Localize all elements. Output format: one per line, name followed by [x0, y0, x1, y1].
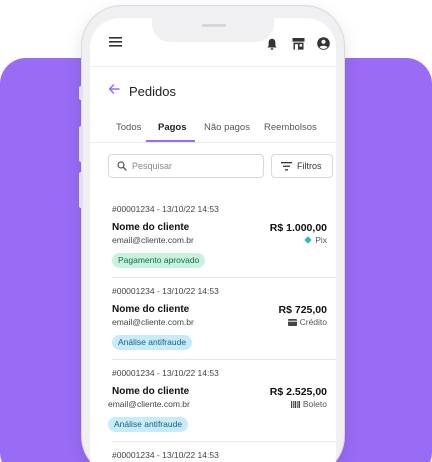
filter-button[interactable]: Filtros [271, 154, 333, 178]
order-value: R$ 725,00 [278, 304, 327, 316]
row-divider [112, 359, 336, 360]
payment-method: Crédito [287, 317, 327, 327]
status-badge: Análise antifraude [108, 417, 189, 432]
tab-reembolsos[interactable]: Reembolsos [264, 122, 326, 133]
search-icon [117, 161, 127, 171]
payment-method-label: Boleto [302, 399, 327, 409]
menu-icon[interactable] [109, 37, 122, 47]
page-title: Pedidos [129, 84, 176, 99]
account-icon[interactable] [317, 37, 330, 50]
order-value: R$ 2.525,00 [269, 386, 327, 398]
order-card[interactable]: #00001234 - 13/10/22 14:53 Nome do clien… [90, 368, 336, 450]
tab-nao-pagos[interactable]: Não pagos [204, 122, 250, 133]
customer-name: Nome do cliente [112, 304, 190, 315]
status-badge: Pagamento aprovado [112, 253, 206, 268]
active-tab-indicator [146, 140, 195, 142]
search-input[interactable]: Pesquisar [108, 154, 264, 178]
row-divider [112, 277, 336, 278]
tabs-divider [90, 142, 336, 143]
order-card[interactable]: #00001234 - 13/10/22 14:53 Nome do clien… [90, 204, 336, 286]
order-card[interactable]: #00001234 - 13/10/22 14:53 Nome do clien… [90, 286, 336, 368]
stage: Pedidos Todos Pagos Não pagos Reembolsos… [0, 0, 432, 462]
payment-method: Pix [304, 235, 327, 245]
row-divider [112, 441, 336, 442]
payment-method-label: Pix [315, 235, 327, 245]
back-arrow-icon[interactable] [108, 83, 120, 95]
pix-icon [304, 236, 312, 244]
payment-method: Boleto [290, 399, 327, 409]
filter-label: Filtros [297, 161, 322, 171]
order-value: R$ 1.000,00 [269, 222, 327, 234]
order-id-datetime: #00001234 - 13/10/22 14:53 [112, 368, 219, 378]
payment-method-label: Crédito [299, 317, 327, 327]
order-card[interactable]: #00001234 - 13/10/22 14:53 [90, 450, 336, 462]
tab-todos[interactable]: Todos [116, 122, 141, 133]
status-badge: Análise antifraude [112, 335, 193, 350]
order-id-datetime: #00001234 - 13/10/22 14:53 [112, 286, 219, 296]
customer-name: Nome do cliente [112, 386, 190, 397]
phone-screen: Pedidos Todos Pagos Não pagos Reembolsos… [90, 18, 336, 462]
bell-icon[interactable] [267, 38, 277, 50]
phone-side-button [79, 172, 83, 208]
customer-email: email@cliente.com.br [112, 235, 194, 245]
phone-side-button [79, 126, 83, 162]
tab-pagos[interactable]: Pagos [158, 122, 187, 133]
customer-email: email@cliente.com.br [112, 317, 194, 327]
phone-notch [152, 18, 274, 42]
store-icon[interactable] [292, 38, 305, 50]
phone-speaker [202, 24, 226, 27]
phone-side-button [79, 86, 83, 100]
order-id-datetime: #00001234 - 13/10/22 14:53 [112, 204, 219, 214]
appbar-divider [90, 66, 336, 67]
barcode-icon [290, 401, 300, 408]
tab-bar: Todos Pagos Não pagos Reembolsos [90, 122, 336, 144]
search-placeholder: Pesquisar [132, 161, 173, 171]
customer-email: email@cliente.com.br [108, 399, 190, 409]
card-icon [287, 319, 297, 326]
order-id-datetime: #00001234 - 13/10/22 14:53 [112, 450, 219, 460]
customer-name: Nome do cliente [112, 222, 190, 233]
filter-icon [281, 162, 292, 171]
